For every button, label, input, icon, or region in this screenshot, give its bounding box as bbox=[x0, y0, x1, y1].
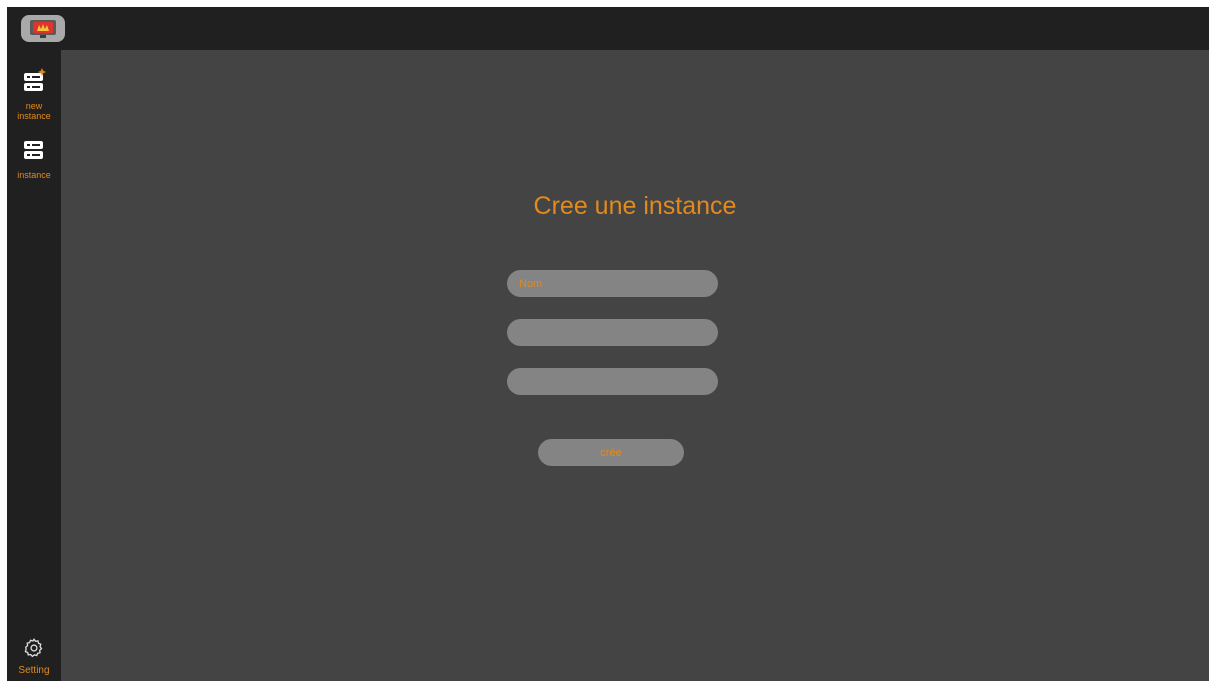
server-icon bbox=[22, 139, 46, 168]
gear-icon bbox=[23, 637, 45, 664]
field-3-input[interactable] bbox=[507, 368, 718, 395]
sidebar-item-label: instance bbox=[17, 170, 51, 180]
sidebar: new instance instance Setting bbox=[7, 50, 61, 681]
field-2-input[interactable] bbox=[507, 319, 718, 346]
name-input[interactable] bbox=[507, 270, 718, 297]
sidebar-item-instance[interactable]: instance bbox=[7, 139, 61, 180]
server-add-icon bbox=[22, 68, 46, 99]
app-window: new instance instance Setting Cree une i… bbox=[7, 7, 1209, 681]
sidebar-item-label: new instance bbox=[17, 101, 51, 121]
sidebar-item-setting[interactable]: Setting bbox=[7, 637, 61, 676]
sidebar-item-new-instance[interactable]: new instance bbox=[7, 68, 61, 121]
monitor-logo-icon[interactable] bbox=[21, 15, 65, 42]
page-title: Cree une instance bbox=[533, 192, 737, 220]
sidebar-item-label: Setting bbox=[18, 665, 50, 676]
top-bar bbox=[7, 7, 1209, 50]
create-button[interactable]: crée bbox=[538, 439, 684, 466]
